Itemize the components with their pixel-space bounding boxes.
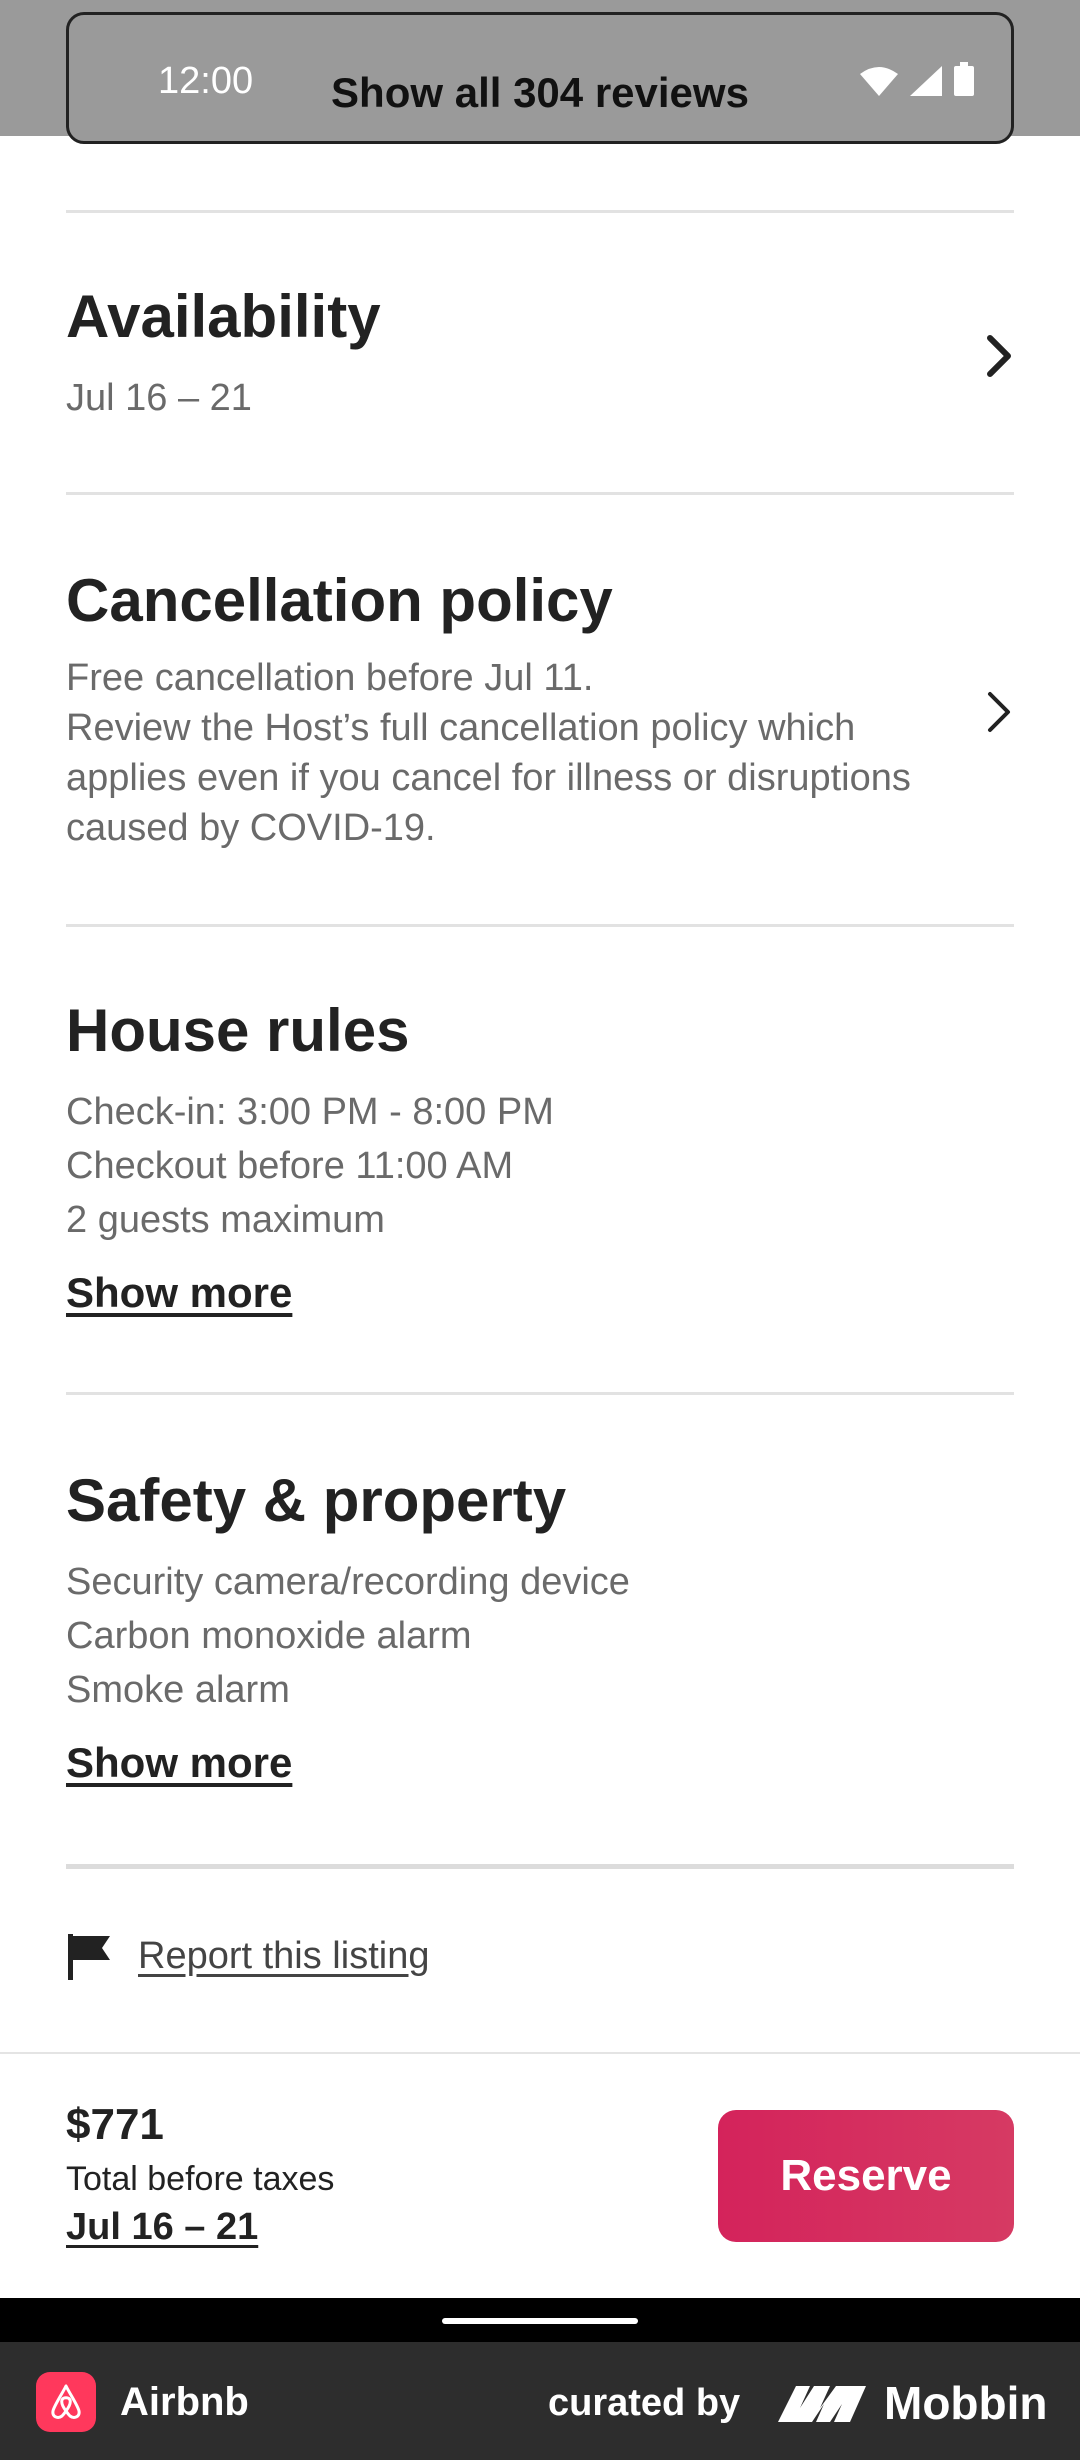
house-rules-title: House rules [66, 997, 410, 1064]
cancellation-line: applies even if you cancel for illness o… [66, 757, 911, 799]
brand-bar: Airbnb curated by Mobbin [0, 2342, 1080, 2460]
reserve-button[interactable]: Reserve [718, 2110, 1014, 2242]
divider [66, 1392, 1014, 1395]
cancellation-line: Review the Host’s full cancellation poli… [66, 707, 856, 749]
report-listing-row[interactable]: Report this listing [66, 1932, 429, 1980]
divider [66, 492, 1014, 495]
wifi-icon [860, 67, 898, 96]
system-nav-bar [0, 2298, 1080, 2342]
house-rule-item: Check-in: 3:00 PM - 8:00 PM [66, 1091, 554, 1133]
report-listing-link[interactable]: Report this listing [138, 1935, 429, 1978]
availability-title: Availability [66, 283, 381, 350]
status-time: 12:00 [158, 60, 254, 102]
house-rule-item: 2 guests maximum [66, 1199, 385, 1241]
home-indicator[interactable] [442, 2318, 638, 2324]
availability-section[interactable]: Availability Jul 16 – 21 [66, 282, 1014, 432]
app-name: Airbnb [120, 2380, 249, 2424]
safety-item: Smoke alarm [66, 1669, 290, 1711]
safety-title: Safety & property [66, 1467, 567, 1534]
house-rule-item: Checkout before 11:00 AM [66, 1145, 514, 1187]
cancellation-title: Cancellation policy [66, 567, 613, 634]
airbnb-belo-icon [51, 2384, 81, 2419]
flag-icon [68, 1934, 110, 1980]
house-rules-section: House rules Check-in: 3:00 PM - 8:00 PM … [66, 996, 1014, 1317]
safety-item: Carbon monoxide alarm [66, 1615, 472, 1657]
battery-icon [954, 62, 974, 96]
safety-show-more-link[interactable]: Show more [66, 1739, 292, 1787]
mobbin-logo-icon [778, 2386, 866, 2422]
signal-icon [910, 66, 942, 96]
airbnb-logo-icon [36, 2372, 96, 2432]
availability-dates: Jul 16 – 21 [66, 377, 252, 419]
house-rules-show-more-link[interactable]: Show more [66, 1269, 292, 1317]
chevron-right-icon [987, 335, 1011, 377]
cancellation-line: Free cancellation before Jul 11. [66, 657, 594, 699]
cancellation-section[interactable]: Cancellation policy Free cancellation be… [66, 566, 1014, 866]
cancellation-line: caused by COVID-19. [66, 807, 436, 849]
divider [66, 1864, 1014, 1869]
footer-dates-link[interactable]: Jul 16 – 21 [66, 2206, 258, 2249]
safety-item: Security camera/recording device [66, 1561, 630, 1603]
status-icons [860, 62, 974, 96]
chevron-right-icon [988, 692, 1010, 732]
safety-section: Safety & property Security camera/record… [66, 1466, 1014, 1787]
divider [66, 924, 1014, 927]
curated-by-label: curated by [548, 2382, 741, 2424]
mobbin-name: Mobbin [884, 2377, 1048, 2429]
total-price: $771 [66, 2100, 164, 2149]
price-note: Total before taxes [66, 2160, 335, 2198]
divider [66, 210, 1014, 213]
reserve-footer: $771 Total before taxes Jul 16 – 21 Rese… [0, 2052, 1080, 2298]
